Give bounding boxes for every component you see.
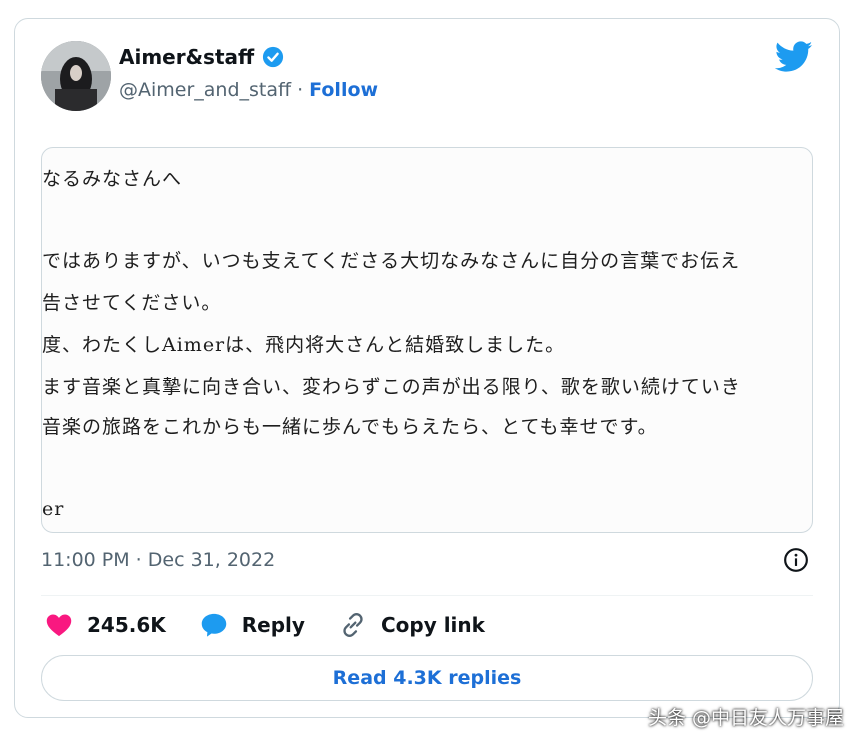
name-row: Aimer&staff <box>119 45 284 69</box>
like-count: 245.6K <box>87 613 166 637</box>
avatar-image <box>41 41 111 111</box>
twitter-bird-icon[interactable] <box>775 41 813 73</box>
follow-button[interactable]: Follow <box>309 79 378 101</box>
avatar[interactable] <box>41 41 111 111</box>
info-icon[interactable] <box>783 547 809 573</box>
handle-row: @Aimer_and_staff · Follow <box>119 79 378 101</box>
like-button[interactable]: 245.6K <box>45 611 166 639</box>
image-text-line: ます音楽と真摯に向き合い、変わらずこの声が出る限り、歌を歌い続けていき <box>42 376 741 398</box>
display-name[interactable]: Aimer&staff <box>119 45 254 69</box>
user-handle[interactable]: @Aimer_and_staff <box>119 79 291 101</box>
image-text-line: ではありますが、いつも支えてくださる大切なみなさんに自分の言葉でお伝え <box>42 250 741 272</box>
tweet-image[interactable]: なるみなさんへ ではありますが、いつも支えてくださる大切なみなさんに自分の言葉で… <box>41 147 813 533</box>
copy-link-button[interactable]: Copy link <box>339 611 485 639</box>
reply-label: Reply <box>241 613 305 637</box>
image-text-line: er <box>42 498 65 520</box>
action-bar: 245.6K Reply Copy link <box>45 611 519 639</box>
tweet-timestamp[interactable]: 11:00 PM · Dec 31, 2022 <box>41 549 275 571</box>
heart-icon <box>46 614 72 637</box>
read-replies-button[interactable]: Read 4.3K replies <box>41 655 813 701</box>
image-text-line: なるみなさんへ <box>42 168 183 190</box>
image-text-line: 度、わたくしAimerは、飛内将大さんと結婚致しました。 <box>42 334 566 356</box>
watermark: 头条 @中日友人万事屋 <box>647 707 844 729</box>
image-text-line: 音楽の旅路をこれからも一緒に歩んでもらえたら、とても幸せです。 <box>42 416 658 438</box>
image-text-line: 告させてください。 <box>42 292 222 314</box>
divider <box>41 595 813 596</box>
verified-badge-icon <box>263 46 284 68</box>
tweet-card: Aimer&staff @Aimer_and_staff · Follow なる… <box>14 18 840 718</box>
copy-link-label: Copy link <box>380 613 485 637</box>
reply-button[interactable]: Reply <box>200 611 305 639</box>
speech-bubble-icon <box>201 613 227 637</box>
link-icon <box>343 613 363 637</box>
handle-separator: · <box>297 79 304 101</box>
